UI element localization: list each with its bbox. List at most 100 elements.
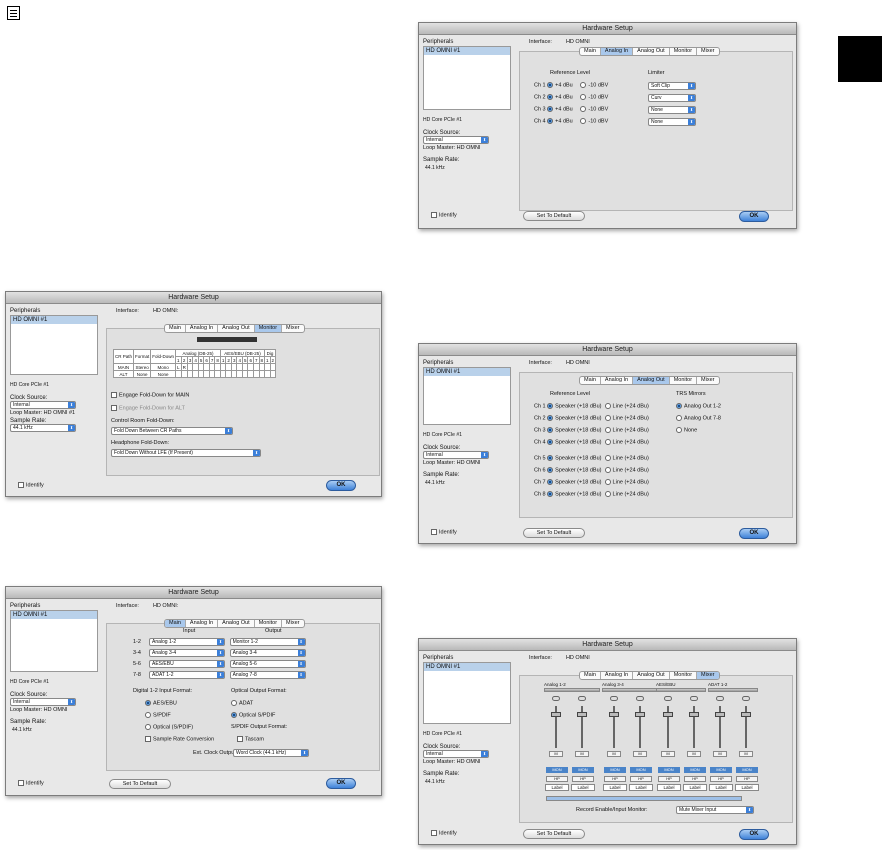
digital-option[interactable]: AES/EBU [145,700,177,706]
peripheral-item[interactable]: HD OMNI #1 [11,316,97,324]
radio-4dbu[interactable] [547,106,554,112]
pan-knob[interactable] [610,696,618,701]
peripherals-list[interactable]: HD OMNI #1 [10,610,98,672]
radio-speaker[interactable] [547,415,554,421]
label-button[interactable]: Label [735,784,759,791]
hp-button[interactable]: HP [572,776,594,782]
radio-line[interactable] [604,439,611,445]
label-button[interactable]: Label [571,784,595,791]
clock-source-select[interactable]: Internal ⬍ [10,698,76,706]
format-select[interactable]: Stereo [133,363,152,371]
output-select[interactable]: Analog 5-6 ⬍ [229,660,306,668]
mixer-scrollbar[interactable] [546,796,742,801]
fader[interactable] [663,712,673,717]
radio-line[interactable] [604,427,611,433]
pan-bar[interactable] [708,688,758,692]
pan-knob[interactable] [716,696,724,701]
input-select[interactable]: Analog 1-2 ⬍ [149,638,225,646]
radio-line[interactable] [604,479,611,485]
peripheral-item[interactable]: HD OMNI #1 [424,663,510,671]
tab-analog-out[interactable]: Analog Out [633,48,670,55]
peripherals-list[interactable]: HD OMNI #1 [423,662,511,724]
hp-button[interactable]: HP [658,776,680,782]
sample-rate-conversion-checkbox[interactable]: Sample Rate Conversion [145,736,214,742]
fader[interactable] [689,712,699,717]
tab-mixer[interactable]: Mixer [697,377,718,384]
ext-clock-select[interactable]: Word Clock (44.1 kHz) ⬍ [233,749,309,757]
mute-button[interactable]: M [713,751,727,757]
pan-knob[interactable] [636,696,644,701]
fader[interactable] [551,712,561,717]
pan-bar[interactable] [544,688,600,692]
identify-checkbox[interactable]: Identify [431,830,457,836]
limiter-select[interactable]: Curv ⬍ [648,94,696,102]
peripherals-list[interactable]: HD OMNI #1 [423,367,511,425]
tab-monitor[interactable]: Monitor [670,48,698,55]
hp-button[interactable]: HP [736,776,758,782]
tab-analog-in[interactable]: Analog In [600,48,634,55]
peripherals-list[interactable]: HD OMNI #1 [423,46,511,110]
peripheral-item[interactable]: HD OMNI #1 [424,47,510,55]
label-button[interactable]: Label [683,784,707,791]
tascam-checkbox[interactable]: Tascam [237,736,264,742]
tab-analog-in[interactable]: Analog In [601,377,634,384]
tab-main[interactable]: Main [580,672,601,679]
set-to-default-button[interactable]: Set To Default [523,211,585,221]
radio-line[interactable] [604,415,611,421]
tab-main[interactable]: Main [165,620,186,627]
mute-button[interactable]: M [687,751,701,757]
pan-knob[interactable] [664,696,672,701]
radio-10dbv[interactable] [580,118,587,124]
peripheral-item[interactable]: HD OMNI #1 [11,611,97,619]
mon-button[interactable]: MON [546,767,568,773]
identify-checkbox[interactable]: Identify [431,212,457,218]
hp-button[interactable]: HP [710,776,732,782]
radio-line[interactable] [604,467,611,473]
hp-button[interactable]: HP [604,776,626,782]
radio-line[interactable] [604,491,611,497]
pan-bar[interactable] [602,688,658,692]
tab-monitor[interactable]: Monitor [255,620,283,627]
trs-option[interactable]: Analog Out 1-2 [676,403,721,409]
fader[interactable] [609,712,619,717]
tab-mixer[interactable]: Mixer [697,48,718,55]
sample-rate-select[interactable]: 44.1 kHz ⬍ [10,424,76,432]
identify-checkbox[interactable]: Identify [431,529,457,535]
mute-button[interactable]: M [549,751,563,757]
trs-option[interactable]: Analog Out 7-8 [676,415,721,421]
hp-button[interactable]: HP [684,776,706,782]
limiter-select[interactable]: None ⬍ [648,106,696,114]
tab-analog-in[interactable]: Analog In [601,672,634,679]
pan-knob[interactable] [552,696,560,701]
ok-button[interactable]: OK [739,211,769,222]
clock-source-select[interactable]: Internal ⬍ [10,401,76,409]
radio-speaker[interactable] [547,491,554,497]
engage-alt-checkbox[interactable]: Engage Fold-Down for ALT [111,405,185,411]
fader[interactable] [741,712,751,717]
identify-checkbox[interactable]: Identify [18,780,44,786]
engage-main-checkbox[interactable]: Engage Fold-Down for MAIN [111,392,189,398]
tab-main[interactable]: Main [580,48,601,55]
radio-4dbu[interactable] [547,94,554,100]
set-to-default-button[interactable]: Set To Default [523,829,585,839]
ok-button[interactable]: OK [326,480,356,491]
label-button[interactable]: Label [657,784,681,791]
tab-analog-in[interactable]: Analog In [186,325,219,332]
hp-fold-select[interactable]: Fold Down Without LFE (If Present) ⬍ [111,449,261,457]
trs-option[interactable]: None [676,427,697,433]
limiter-select[interactable]: Soft Clip ⬍ [648,82,696,90]
hp-button[interactable]: HP [546,776,568,782]
radio-speaker[interactable] [547,455,554,461]
tab-monitor[interactable]: Monitor [670,377,698,384]
mon-button[interactable]: MON [736,767,758,773]
tab-analog-out[interactable]: Analog Out [218,325,255,332]
radio-4dbu[interactable] [547,82,554,88]
tab-monitor[interactable]: Monitor [254,325,283,332]
tab-main[interactable]: Main [165,325,186,332]
radio-4dbu[interactable] [547,118,554,124]
hp-button[interactable]: HP [630,776,652,782]
pan-knob[interactable] [690,696,698,701]
output-select[interactable]: Monitor 1-2 ⬍ [229,638,306,646]
clock-source-select[interactable]: Internal ⬍ [423,136,489,144]
mute-button[interactable]: M [607,751,621,757]
